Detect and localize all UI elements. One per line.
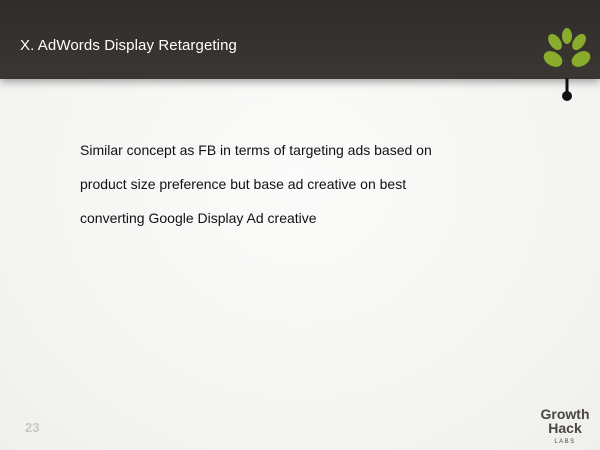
slide-body: Similar concept as FB in terms of target… (80, 125, 500, 244)
slide: X. AdWords Display Retargeting Similar c… (0, 0, 600, 450)
plant-sprout-icon (543, 28, 591, 101)
page-number: 23 (25, 420, 40, 435)
body-line: Similar concept as FB in terms of target… (80, 142, 432, 158)
body-line: product size preference but base ad crea… (80, 176, 407, 192)
growth-hack-labs-logo: Growth Hack LABS (541, 406, 590, 445)
slide-title: X. AdWords Display Retargeting (20, 37, 237, 54)
body-line: converting Google Display Ad creative (80, 210, 317, 226)
svg-text:LABS: LABS (554, 439, 575, 445)
header-bar: X. AdWords Display Retargeting (0, 0, 600, 79)
svg-text:Hack: Hack (548, 420, 582, 436)
